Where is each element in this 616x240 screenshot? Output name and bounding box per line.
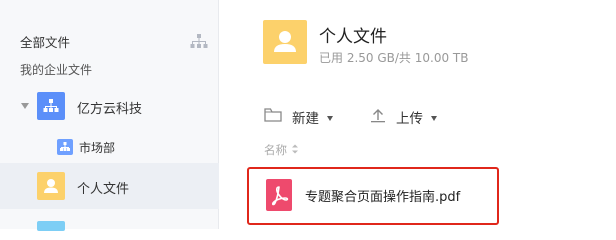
page-title: 个人文件 [319,27,387,47]
expand-caret-icon[interactable] [21,103,29,109]
new-folder-icon [264,107,282,127]
column-header-label: 名称 [264,143,287,157]
pdf-icon [266,179,292,211]
storage-usage: 已用 2.50 GB/共 10.00 TB [319,51,469,65]
column-header-name[interactable]: 名称 [264,142,299,158]
new-button[interactable]: 新建 [264,106,333,128]
sidebar-item-label: 亿方云科技 [77,102,143,117]
file-list-item[interactable]: 专题聚合页面操作指南.pdf [247,167,499,225]
folder-icon [37,221,65,231]
org-icon [57,139,73,155]
upload-icon [370,107,386,127]
file-name: 专题聚合页面操作指南.pdf [305,190,461,205]
sort-icon [291,143,299,157]
sidebar-item-label: 市场部 [79,141,116,155]
sidebar-item-personal-files[interactable]: 个人文件 [0,163,219,209]
org-structure-icon[interactable] [190,33,208,49]
chevron-down-icon [431,115,437,121]
sidebar-item-company[interactable]: 亿方云科技 [0,86,219,126]
new-button-label: 新建 [292,111,319,127]
sidebar: 全部文件 我的企业文件 亿方云科技 市场部 个人文件 [0,0,219,231]
sidebar-item-department[interactable]: 市场部 [0,128,219,168]
sidebar-item-partial[interactable] [0,219,219,231]
my-enterprise-files-label: 我的企业文件 [20,63,93,77]
sidebar-item-label: 个人文件 [77,182,130,197]
upload-button-label: 上传 [396,111,423,127]
chevron-down-icon [327,115,333,121]
all-files-link[interactable]: 全部文件 [20,32,70,51]
main-panel: 个人文件 已用 2.50 GB/共 10.00 TB 新建 上传 名称 专题聚合… [219,0,616,229]
org-icon [37,92,65,120]
user-folder-icon [263,20,307,64]
upload-button[interactable]: 上传 [370,106,437,128]
user-folder-icon [37,172,65,200]
